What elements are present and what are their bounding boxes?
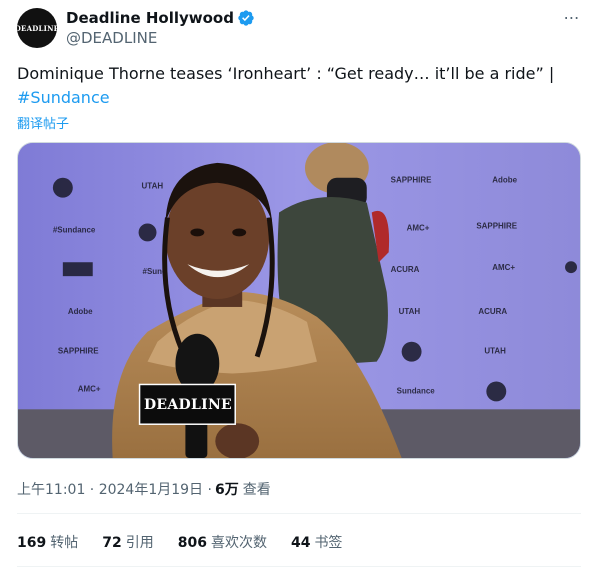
tweet-meta: 上午11:01 · 2024年1月19日 · 6万 查看 — [17, 479, 271, 499]
svg-text:ACURA: ACURA — [478, 307, 507, 316]
divider — [17, 566, 581, 567]
svg-text:AMC+: AMC+ — [407, 223, 430, 232]
author-handle[interactable]: @DEADLINE — [66, 29, 157, 47]
svg-text:UTAH: UTAH — [399, 307, 421, 316]
interview-photo: UTAH #Sundance Adobe SAPPHIRE #Sund SAPP… — [18, 143, 580, 458]
tweet-media-image[interactable]: UTAH #Sundance Adobe SAPPHIRE #Sund SAPP… — [17, 142, 581, 459]
divider — [17, 513, 581, 514]
svg-text:SAPPHIRE: SAPPHIRE — [391, 176, 432, 185]
svg-text:AMC+: AMC+ — [78, 384, 101, 393]
quotes-count: 72 — [102, 535, 122, 551]
svg-text:Adobe: Adobe — [68, 307, 93, 316]
quotes-label: 引用 — [125, 535, 154, 551]
more-icon: ⋯ — [563, 8, 581, 27]
verified-badge-icon — [238, 10, 254, 26]
reposts-stat[interactable]: 169 转帖 — [17, 532, 78, 552]
likes-stat[interactable]: 806 喜欢次数 — [178, 532, 267, 552]
reposts-count: 169 — [17, 535, 47, 551]
svg-text:ACURA: ACURA — [391, 265, 420, 274]
views-count: 6万 — [214, 482, 239, 498]
svg-text:SAPPHIRE: SAPPHIRE — [58, 347, 99, 356]
tweet-body: Dominique Thorne teases ‘Ironheart’ : “G… — [17, 64, 555, 83]
author-display-name[interactable]: Deadline Hollywood — [66, 9, 234, 27]
author-name-row[interactable]: Deadline Hollywood — [66, 9, 255, 27]
bookmarks-label: 书签 — [314, 535, 343, 551]
svg-text:UTAH: UTAH — [484, 347, 506, 356]
avatar-logo-text: DEADLINE — [17, 23, 57, 33]
svg-text:UTAH: UTAH — [142, 182, 164, 191]
translate-post-link[interactable]: 翻译帖子 — [17, 113, 69, 132]
author-avatar[interactable]: DEADLINE — [17, 8, 57, 48]
bookmarks-stat[interactable]: 44 书签 — [291, 532, 342, 552]
more-options-button[interactable]: ⋯ — [562, 10, 582, 26]
quotes-stat[interactable]: 72 引用 — [102, 532, 153, 552]
svg-text:AMC+: AMC+ — [492, 263, 515, 272]
svg-text:Sundance: Sundance — [397, 386, 436, 395]
svg-text:Adobe: Adobe — [492, 176, 517, 185]
likes-label: 喜欢次数 — [210, 535, 267, 551]
hashtag-link[interactable]: #Sundance — [17, 88, 110, 107]
likes-count: 806 — [177, 535, 207, 551]
svg-text:#Sundance: #Sundance — [53, 225, 96, 234]
bookmarks-count: 44 — [290, 535, 311, 551]
svg-text:SAPPHIRE: SAPPHIRE — [476, 221, 517, 230]
tweet-text: Dominique Thorne teases ‘Ironheart’ : “G… — [17, 62, 577, 110]
engagement-stats: 169 转帖 72 引用 806 喜欢次数 44 书签 — [17, 532, 366, 552]
mic-flag-label: DEADLINE — [143, 397, 233, 413]
views-label: 查看 — [242, 482, 271, 498]
tweet-timestamp[interactable]: 上午11:01 · 2024年1月19日 · — [17, 479, 212, 499]
reposts-label: 转帖 — [50, 535, 79, 551]
